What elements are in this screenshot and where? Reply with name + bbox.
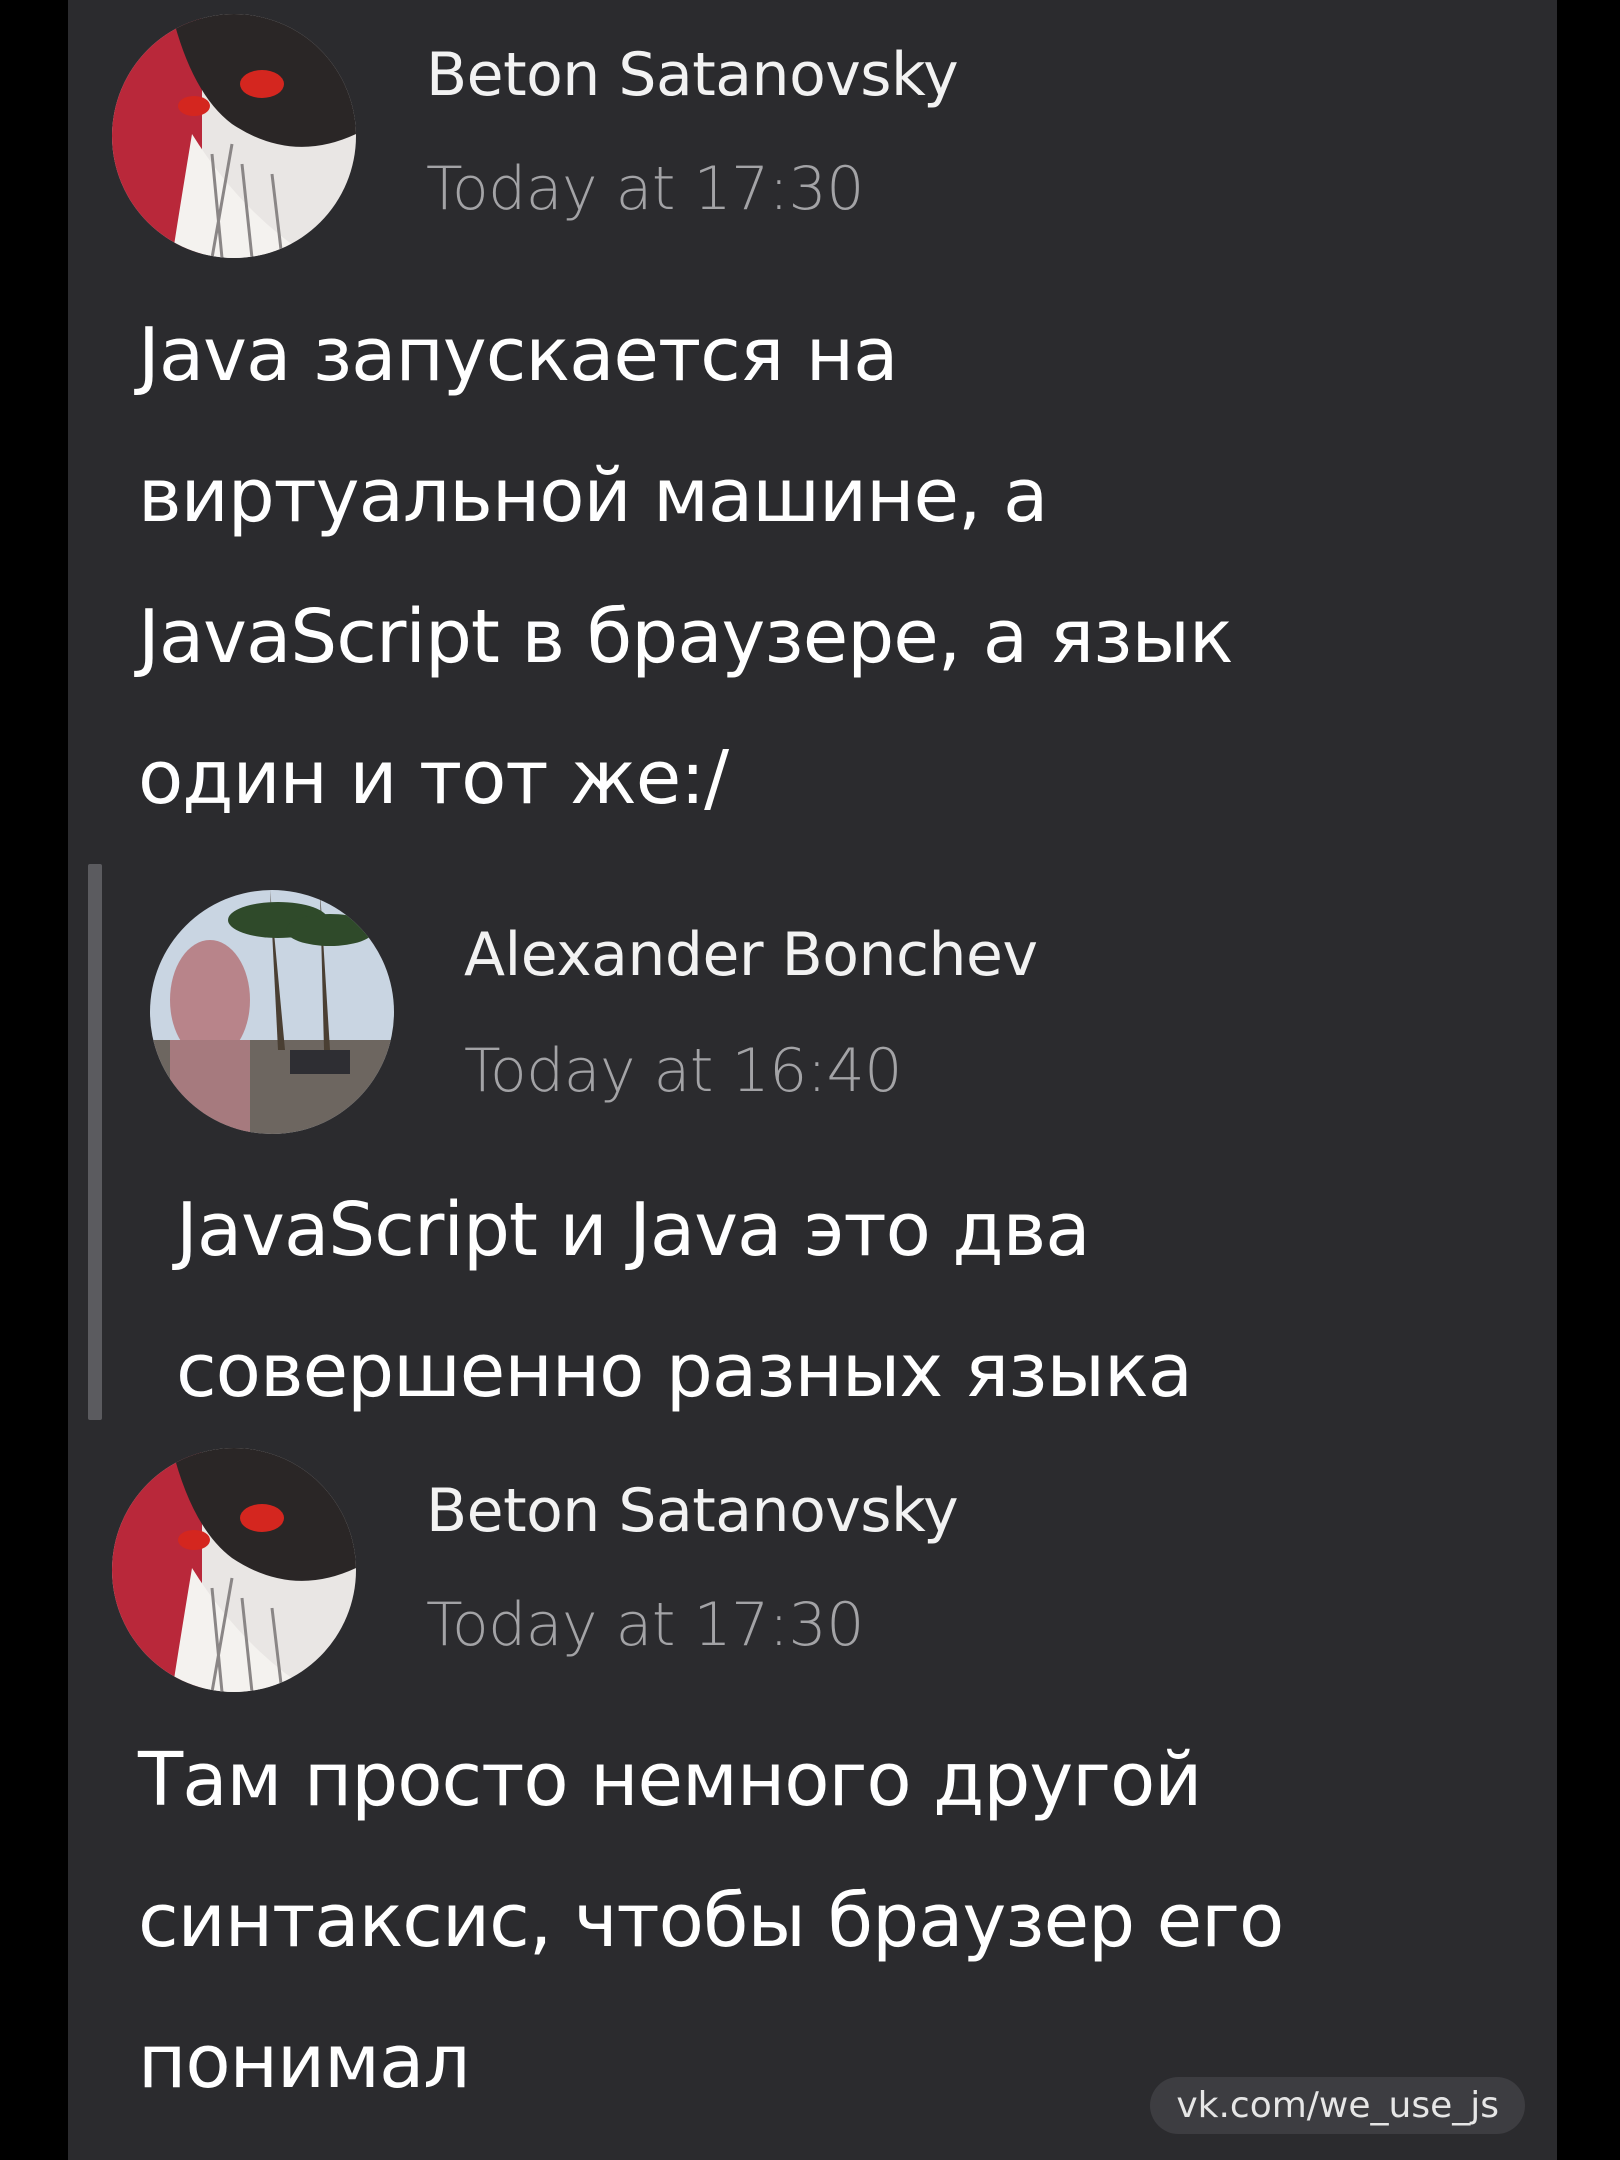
message-line: виртуальной машине, а (138, 453, 1048, 539)
avatar-beton-2[interactable] (112, 1448, 356, 1692)
message-text: Там просто немного другой синтаксис, что… (138, 1710, 1284, 2133)
message-line: один и тот же:/ (138, 735, 729, 821)
avatar-alexander[interactable] (150, 890, 394, 1134)
message-line: JavaScript в браузере, а язык (138, 594, 1234, 680)
message-line: JavaScript и Java это два (176, 1187, 1091, 1273)
message-line: синтаксис, чтобы браузер его (138, 1878, 1284, 1964)
message-text: JavaScript и Java это два совершенно раз… (176, 1160, 1193, 1442)
message-line: совершенно разных языка (176, 1328, 1193, 1414)
message-line: Java запускается на (138, 312, 899, 398)
avatar-image (112, 1448, 356, 1692)
watermark: vk.com/we_use_js (1150, 2077, 1525, 2134)
message-timestamp: Today at 16:40 (464, 1036, 902, 1106)
message-line: Там просто немного другой (138, 1737, 1202, 1823)
avatar-image (150, 890, 394, 1134)
avatar-beton-1[interactable] (112, 14, 356, 258)
message-text: Java запускается на виртуальной машине, … (138, 285, 1234, 849)
avatar-image (112, 14, 356, 258)
message-author[interactable]: Alexander Bonchev (464, 920, 1038, 990)
quote-bar (88, 864, 102, 1420)
chat-screen: Beton Satanovsky Today at 17:30 Java зап… (68, 0, 1557, 2160)
message-author[interactable]: Beton Satanovsky (426, 40, 959, 110)
message-line: понимал (138, 2019, 471, 2105)
message-timestamp: Today at 17:30 (426, 154, 864, 224)
message-timestamp: Today at 17:30 (426, 1590, 864, 1660)
message-author[interactable]: Beton Satanovsky (426, 1476, 959, 1546)
